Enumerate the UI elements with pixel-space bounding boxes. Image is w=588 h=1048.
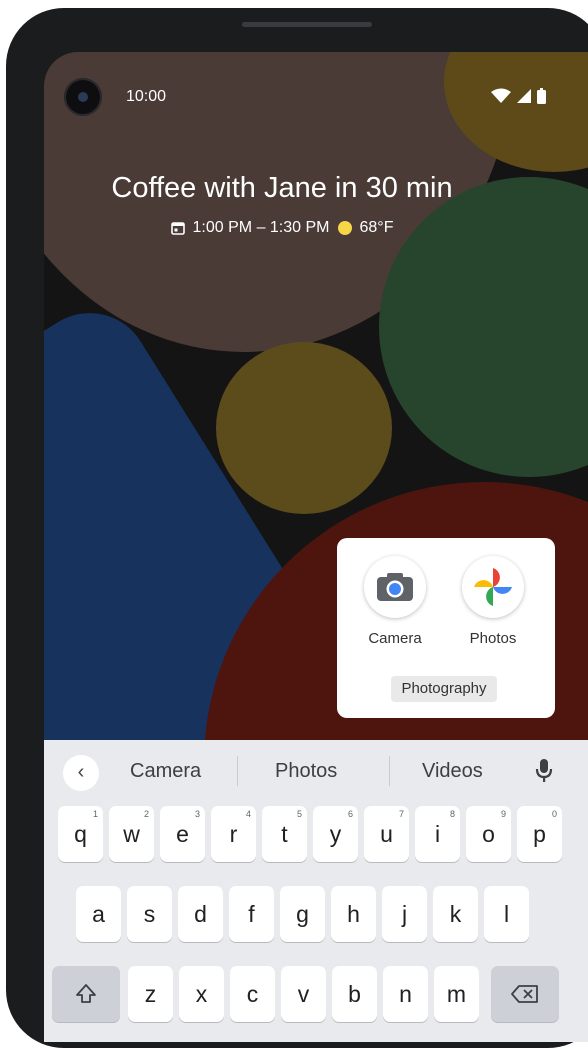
app-camera[interactable]: Camera bbox=[355, 556, 435, 647]
key-s[interactable]: s bbox=[127, 886, 172, 942]
event-time-range: 1:00 PM – 1:30 PM bbox=[192, 219, 330, 236]
status-time: 10:00 bbox=[126, 88, 167, 105]
earpiece bbox=[242, 22, 372, 27]
phone-frame: 10:00 Coffee with Jane in 30 min 1:00 PM… bbox=[6, 8, 588, 1048]
wallpaper-shape-olive bbox=[216, 342, 392, 514]
wifi-icon bbox=[491, 88, 511, 103]
key-n[interactable]: n bbox=[383, 966, 428, 1022]
on-screen-keyboard: ‹ Camera Photos Videos 1q 2w 3e 4r 5t 6y… bbox=[44, 740, 588, 1042]
app-label: Camera bbox=[368, 630, 422, 647]
shift-icon bbox=[76, 984, 96, 1003]
weather-temperature: 68°F bbox=[359, 219, 394, 236]
front-camera-icon bbox=[64, 78, 102, 116]
glance-title[interactable]: Coffee with Jane in 30 min bbox=[44, 172, 520, 205]
suggestion-camera[interactable]: Camera bbox=[130, 760, 201, 783]
key-x[interactable]: x bbox=[179, 966, 224, 1022]
suggestion-strip: ‹ Camera Photos Videos bbox=[44, 740, 588, 800]
app-photos[interactable]: Photos bbox=[453, 556, 533, 647]
backspace-key[interactable] bbox=[491, 966, 559, 1022]
app-label: Photos bbox=[469, 630, 517, 647]
suggestion-photos[interactable]: Photos bbox=[275, 760, 337, 783]
key-f[interactable]: f bbox=[229, 886, 274, 942]
home-screen: 10:00 Coffee with Jane in 30 min 1:00 PM… bbox=[44, 52, 588, 1042]
key-h[interactable]: h bbox=[331, 886, 376, 942]
glance-subtitle[interactable]: 1:00 PM – 1:30 PM 68°F bbox=[44, 219, 520, 237]
suggestion-videos[interactable]: Videos bbox=[422, 760, 483, 783]
folder-name[interactable]: Photography bbox=[391, 676, 497, 702]
key-j[interactable]: j bbox=[382, 886, 427, 942]
key-u[interactable]: 7u bbox=[364, 806, 409, 862]
camera-app-icon[interactable] bbox=[364, 556, 426, 618]
microphone-icon[interactable] bbox=[534, 758, 554, 784]
key-k[interactable]: k bbox=[433, 886, 478, 942]
battery-icon bbox=[537, 88, 546, 104]
backspace-icon bbox=[511, 985, 538, 1003]
key-o[interactable]: 9o bbox=[466, 806, 511, 862]
key-i[interactable]: 8i bbox=[415, 806, 460, 862]
key-d[interactable]: d bbox=[178, 886, 223, 942]
key-w[interactable]: 2w bbox=[109, 806, 154, 862]
shift-key[interactable] bbox=[52, 966, 120, 1022]
photos-app-icon[interactable] bbox=[462, 556, 524, 618]
key-b[interactable]: b bbox=[332, 966, 377, 1022]
chevron-left-icon[interactable]: ‹ bbox=[63, 755, 99, 791]
key-v[interactable]: v bbox=[281, 966, 326, 1022]
key-c[interactable]: c bbox=[230, 966, 275, 1022]
weather-sunny-icon bbox=[337, 221, 352, 235]
calendar-icon bbox=[170, 222, 185, 235]
app-folder-popup: Camera Photos Photography bbox=[337, 538, 555, 718]
signal-icon bbox=[517, 89, 531, 103]
key-m[interactable]: m bbox=[434, 966, 479, 1022]
key-y[interactable]: 6y bbox=[313, 806, 358, 862]
divider bbox=[389, 756, 390, 786]
key-t[interactable]: 5t bbox=[262, 806, 307, 862]
status-icons bbox=[491, 88, 546, 104]
key-z[interactable]: z bbox=[128, 966, 173, 1022]
key-e[interactable]: 3e bbox=[160, 806, 205, 862]
key-g[interactable]: g bbox=[280, 886, 325, 942]
key-q[interactable]: 1q bbox=[58, 806, 103, 862]
divider bbox=[237, 756, 238, 786]
key-r[interactable]: 4r bbox=[211, 806, 256, 862]
key-l[interactable]: l bbox=[484, 886, 529, 942]
key-a[interactable]: a bbox=[76, 886, 121, 942]
key-p[interactable]: 0p bbox=[517, 806, 562, 862]
